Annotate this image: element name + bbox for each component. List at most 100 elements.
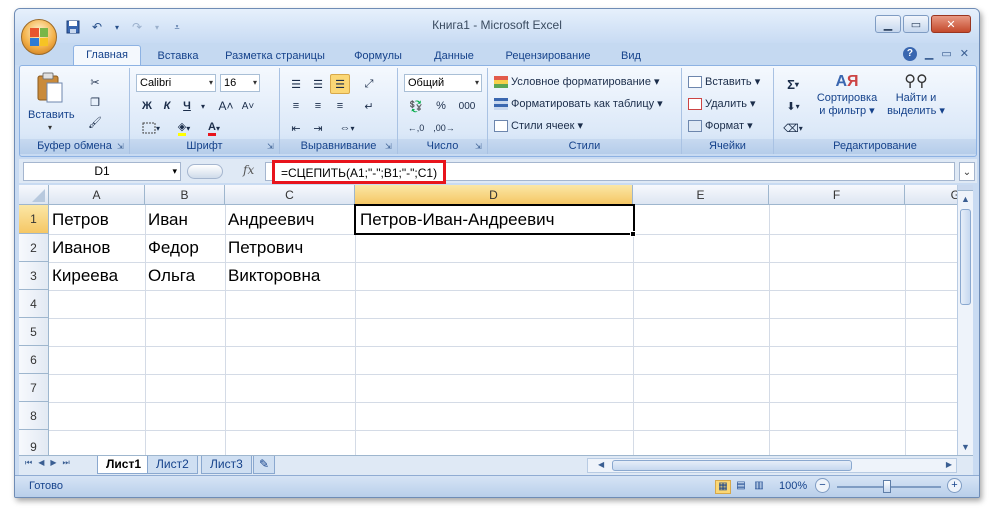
tab-page-layout[interactable]: Разметка страницы: [215, 47, 335, 65]
cut-icon[interactable]: ✂: [84, 72, 106, 92]
help-icon[interactable]: ?: [902, 47, 917, 61]
align-left-icon[interactable]: ≡: [286, 96, 306, 116]
alignment-launcher-icon[interactable]: ⇲: [385, 142, 395, 152]
clear-icon[interactable]: ⌫ ▾: [780, 118, 806, 138]
bold-button[interactable]: Ж: [138, 96, 156, 116]
row-header-4[interactable]: 4: [19, 290, 49, 318]
percent-button[interactable]: %: [432, 96, 450, 116]
italic-button[interactable]: К: [158, 96, 176, 116]
fill-color-icon[interactable]: ◈ ▾: [170, 118, 198, 138]
find-select-button[interactable]: ⚲⚲ Найти и выделить ▾: [884, 72, 948, 118]
insert-function-icon[interactable]: fx: [243, 163, 254, 177]
tab-home[interactable]: Главная: [73, 45, 141, 65]
cell-c2[interactable]: Петрович: [225, 235, 303, 261]
sort-filter-button[interactable]: AЯ Сортировка и фильтр ▾: [812, 72, 882, 118]
wrap-text-icon[interactable]: ↵: [358, 96, 380, 116]
row-header-8[interactable]: 8: [19, 402, 49, 430]
number-format-select[interactable]: Общий ▾: [404, 74, 482, 92]
scroll-down-icon[interactable]: ▼: [958, 439, 973, 455]
cell-c3[interactable]: Викторовна: [225, 263, 320, 289]
hscroll-left-icon[interactable]: ◀: [598, 460, 604, 469]
insert-cells-button[interactable]: Вставить ▾: [688, 74, 760, 90]
tab-view[interactable]: Вид: [611, 47, 651, 65]
column-header-a[interactable]: A: [49, 185, 145, 205]
first-sheet-icon[interactable]: ⏮: [25, 458, 32, 468]
cell-a1[interactable]: Петров: [49, 207, 109, 233]
sheet-tab-2[interactable]: Лист2: [147, 456, 198, 474]
column-header-d[interactable]: D: [355, 185, 633, 205]
font-color-icon[interactable]: A ▾: [200, 118, 228, 138]
sheet-tab-3[interactable]: Лист3: [201, 456, 252, 474]
decrease-indent-icon[interactable]: ⇤: [286, 118, 306, 138]
grow-font-button[interactable]: A˄: [216, 96, 236, 116]
borders-icon[interactable]: ▾: [138, 118, 164, 138]
ribbon-minimize-icon[interactable]: ▁: [925, 47, 933, 61]
align-right-icon[interactable]: ≡: [330, 96, 350, 116]
cell-styles-button[interactable]: Стили ячеек ▾: [494, 118, 583, 134]
tab-data[interactable]: Данные: [423, 47, 485, 65]
zoom-in-icon[interactable]: +: [947, 478, 962, 493]
align-center-icon[interactable]: ≡: [308, 96, 328, 116]
tab-formulas[interactable]: Формулы: [345, 47, 411, 65]
row-header-3[interactable]: 3: [19, 262, 49, 290]
hscroll-right-icon[interactable]: ▶: [946, 460, 952, 469]
row-header-7[interactable]: 7: [19, 374, 49, 402]
conditional-formatting-button[interactable]: Условное форматирование ▾: [494, 74, 660, 90]
column-header-c[interactable]: C: [225, 185, 355, 205]
column-header-g[interactable]: G: [905, 185, 957, 205]
align-bottom-icon[interactable]: ☰: [330, 74, 350, 94]
column-header-b[interactable]: B: [145, 185, 225, 205]
clipboard-launcher-icon[interactable]: ⇲: [117, 142, 127, 152]
horizontal-scrollbar[interactable]: ◀ ▶: [587, 458, 957, 473]
select-all-corner[interactable]: [19, 185, 49, 205]
expand-formula-bar-icon[interactable]: ⌄: [959, 162, 975, 181]
insert-sheet-icon[interactable]: ✎: [253, 456, 276, 474]
autosum-button[interactable]: Σ ▾: [780, 74, 806, 94]
font-size-select[interactable]: 16 ▾: [220, 74, 260, 92]
delete-cells-button[interactable]: Удалить ▾: [688, 96, 756, 112]
format-painter-icon[interactable]: 🖌: [84, 112, 106, 132]
name-box[interactable]: D1 ▾: [23, 162, 181, 181]
workbook-close-icon[interactable]: ✕: [960, 47, 969, 61]
fill-icon[interactable]: ⬇ ▾: [780, 96, 806, 116]
office-button[interactable]: [21, 19, 57, 55]
align-top-icon[interactable]: ☰: [286, 74, 306, 94]
row-header-9[interactable]: 9: [19, 430, 49, 455]
shrink-font-button[interactable]: A˅: [238, 96, 258, 116]
scroll-thumb[interactable]: [960, 209, 971, 305]
zoom-slider[interactable]: [837, 480, 941, 493]
thousands-button[interactable]: 000: [454, 96, 480, 116]
row-header-5[interactable]: 5: [19, 318, 49, 346]
merge-center-icon[interactable]: ⇔ ▾: [332, 118, 362, 138]
format-as-table-button[interactable]: Форматировать как таблицу ▾: [494, 96, 663, 112]
fill-handle[interactable]: [630, 231, 636, 237]
minimize-button[interactable]: ▁: [875, 15, 901, 33]
tab-review[interactable]: Рецензирование: [493, 47, 603, 65]
align-middle-icon[interactable]: ☰: [308, 74, 328, 94]
column-header-e[interactable]: E: [633, 185, 769, 205]
vertical-scrollbar[interactable]: ▲ ▼: [957, 185, 973, 455]
prev-sheet-icon[interactable]: ◀: [38, 458, 44, 468]
tab-insert[interactable]: Вставка: [147, 47, 209, 65]
zoom-out-icon[interactable]: −: [815, 478, 830, 493]
cell-b3[interactable]: Ольга: [145, 263, 195, 289]
last-sheet-icon[interactable]: ⏭: [63, 458, 70, 468]
formula-splitter[interactable]: [187, 164, 223, 179]
column-header-f[interactable]: F: [769, 185, 905, 205]
cell-a2[interactable]: Иванов: [49, 235, 110, 261]
underline-button[interactable]: Ч: [178, 96, 196, 116]
formula-text-highlighted[interactable]: =СЦЕПИТЬ(A1;"-";B1;"-";C1): [272, 160, 447, 184]
format-cells-button[interactable]: Формат ▾: [688, 118, 753, 134]
number-launcher-icon[interactable]: ⇲: [475, 142, 485, 152]
cell-b2[interactable]: Федор: [145, 235, 199, 261]
worksheet-grid[interactable]: A B C D E F G 1 2 3 4 5 6 7 8 9 Петров И…: [19, 185, 957, 455]
ribbon-restore-icon[interactable]: ▭: [941, 47, 951, 61]
maximize-button[interactable]: ▭: [903, 15, 929, 33]
font-name-select[interactable]: Calibri ▾: [136, 74, 216, 92]
row-header-1[interactable]: 1: [19, 205, 49, 234]
scroll-up-icon[interactable]: ▲: [958, 191, 973, 207]
sheet-tab-1[interactable]: Лист1: [97, 456, 151, 474]
decrease-decimal-icon[interactable]: ,00→: [432, 118, 456, 138]
page-layout-view-icon[interactable]: ▤: [733, 480, 749, 494]
underline-dropdown-icon[interactable]: ▾: [198, 96, 208, 116]
